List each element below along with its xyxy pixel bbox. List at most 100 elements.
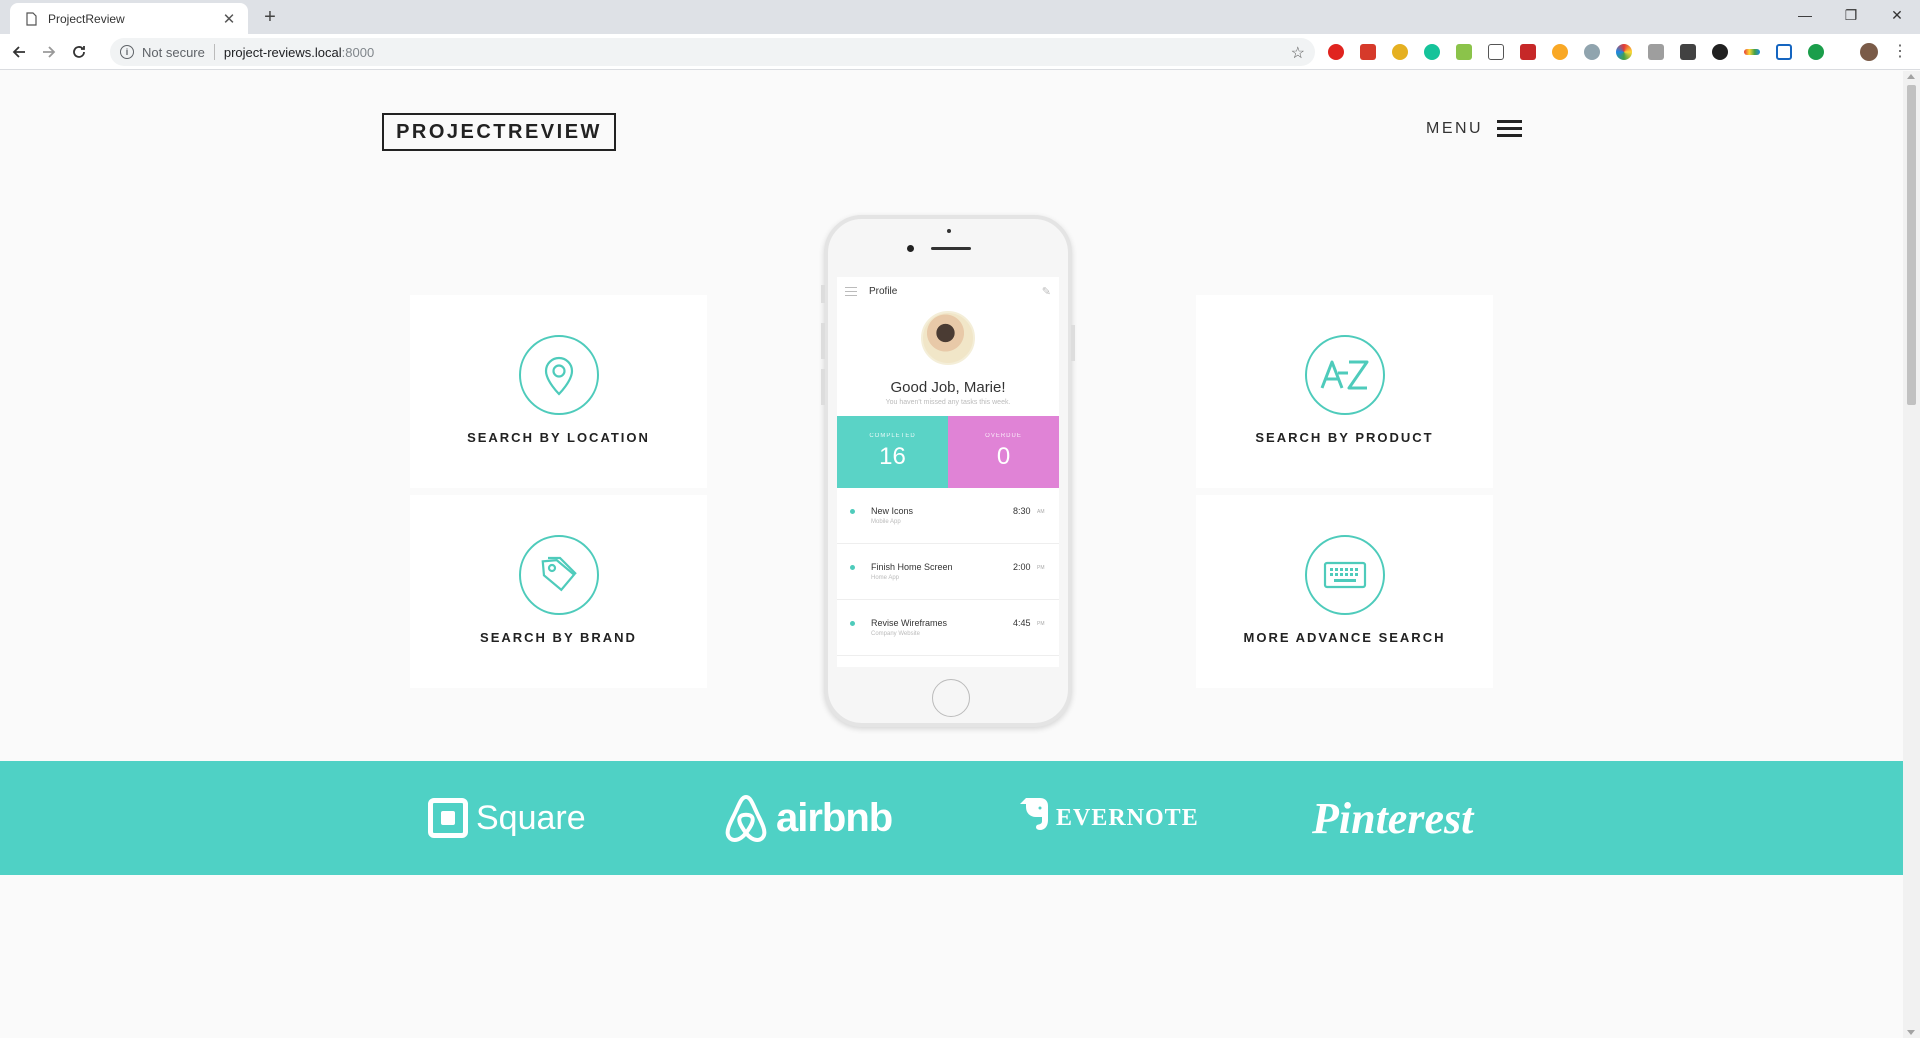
tab-title: ProjectReview: [48, 11, 125, 26]
forward-button[interactable]: [38, 41, 60, 63]
task-dot: [850, 565, 855, 570]
new-tab-button[interactable]: +: [258, 5, 282, 29]
overdue-label: OVERDUE: [985, 433, 1022, 439]
more-advance-search-card[interactable]: MORE ADVANCE SEARCH: [1196, 495, 1493, 688]
task-time: 8:30: [1013, 506, 1031, 516]
green-drop-extension-icon[interactable]: [1808, 44, 1824, 60]
user-avatar: [921, 311, 975, 365]
glasses-extension-icon[interactable]: [1712, 44, 1728, 60]
square-logo[interactable]: Square: [428, 761, 586, 875]
price-tag-icon: [518, 535, 599, 615]
close-window-button[interactable]: ✕: [1874, 0, 1920, 30]
grammarly-extension-icon[interactable]: [1424, 44, 1440, 60]
completed-stat: COMPLETED 16: [837, 416, 948, 488]
search-by-location-card[interactable]: SEARCH BY LOCATION: [410, 295, 707, 488]
picture-extension-icon[interactable]: [1456, 44, 1472, 60]
search-by-brand-card[interactable]: SEARCH BY BRAND: [410, 495, 707, 688]
site-logo[interactable]: PROJECTREVIEW: [382, 113, 616, 151]
task-ampm: PM: [1037, 565, 1045, 571]
info-icon[interactable]: i: [120, 45, 134, 59]
task-item: Finish Home Screen Home App 2:00 PM: [837, 544, 1059, 600]
search-by-product-card[interactable]: SEARCH BY PRODUCT: [1196, 295, 1493, 488]
task-dot: [850, 621, 855, 626]
phone-mockup: Profile ✎ Good Job, Marie! You haven't m…: [821, 215, 1075, 727]
greeting-subtitle: You haven't missed any tasks this week.: [885, 399, 1011, 406]
browser-tab-bar: ProjectReview ✕ + — ❐ ✕: [0, 0, 1920, 34]
bulb-extension-icon[interactable]: [1552, 44, 1568, 60]
airbnb-logo-icon: [722, 793, 770, 850]
task-title: Finish Home Screen: [871, 562, 953, 572]
red-square-extension-icon[interactable]: [1360, 44, 1376, 60]
window-controls: — ❐ ✕: [1782, 0, 1920, 30]
tab-close-icon[interactable]: ✕: [220, 10, 238, 28]
phone-volume-down: [821, 369, 825, 405]
evernote-logo[interactable]: EVERNOTE: [1018, 761, 1199, 875]
color-wheel-extension-icon[interactable]: [1616, 44, 1632, 60]
location-pin-icon: [518, 335, 599, 415]
task-subtitle: Home App: [871, 575, 900, 581]
scrollbar-thumb[interactable]: [1907, 85, 1916, 405]
scroll-up-arrow-icon[interactable]: [1907, 74, 1915, 79]
bookmark-star-icon[interactable]: ☆: [1291, 43, 1305, 63]
phone-home-button: [932, 679, 970, 717]
grey-extension-icon[interactable]: [1648, 44, 1664, 60]
completed-label: COMPLETED: [869, 433, 916, 439]
reload-icon: [73, 45, 85, 58]
chart-extension-icon[interactable]: [1520, 44, 1536, 60]
chrome-menu-icon[interactable]: ⋮: [1892, 42, 1908, 62]
hamburger-icon: [1497, 116, 1523, 141]
scroll-down-arrow-icon[interactable]: [1907, 1030, 1915, 1035]
airbnb-logo-text: airbnb: [776, 795, 893, 840]
menu-button[interactable]: MENU: [1426, 116, 1523, 141]
task-time: 4:45: [1013, 618, 1031, 628]
app-header: Profile ✎: [837, 277, 1059, 305]
evernote-elephant-icon: [1018, 794, 1052, 839]
puzzle-extension-icon[interactable]: [1488, 44, 1504, 60]
keyboard-icon: [1304, 535, 1385, 615]
omnibox-divider: [213, 44, 215, 60]
minimize-button[interactable]: —: [1782, 0, 1828, 30]
profile-avatar[interactable]: [1860, 43, 1878, 61]
pinterest-logo[interactable]: Pinterest: [1312, 761, 1473, 875]
phone-side-button: [821, 285, 825, 303]
phone-camera: [907, 245, 914, 252]
browser-toolbar: i Not secure project-reviews.local :8000…: [0, 34, 1920, 70]
hashtag-extension-icon[interactable]: [1776, 44, 1792, 60]
browser-tab[interactable]: ProjectReview ✕: [10, 3, 248, 34]
forward-arrow-icon: [43, 45, 56, 58]
phone-power-button: [1071, 325, 1075, 361]
back-arrow-icon: [12, 45, 25, 58]
brand-logo-band: Square airbnb EVERNOTE Pinterest: [0, 761, 1903, 875]
overdue-value: 0: [996, 443, 1011, 470]
evernote-logo-text: EVERNOTE: [1056, 804, 1199, 831]
square-logo-text: Square: [476, 798, 586, 837]
eye-extension-icon[interactable]: [1584, 44, 1600, 60]
greeting-text: Good Job, Marie!: [890, 379, 1006, 396]
search-by-location-label: SEARCH BY LOCATION: [467, 430, 650, 445]
back-button[interactable]: [8, 41, 30, 63]
dark-extension-icon[interactable]: [1680, 44, 1696, 60]
rainbow-extension-icon[interactable]: [1744, 49, 1760, 55]
task-subtitle: Mobile App: [871, 519, 901, 525]
address-bar[interactable]: i Not secure project-reviews.local :8000…: [110, 38, 1315, 66]
extensions-bar: [1328, 40, 1840, 64]
opera-extension-icon[interactable]: [1328, 44, 1344, 60]
task-time: 2:00: [1013, 562, 1031, 572]
reload-button[interactable]: [68, 41, 90, 63]
edit-pencil-icon: ✎: [1041, 285, 1051, 298]
url-port: :8000: [341, 44, 375, 60]
task-title: Revise Wireframes: [871, 618, 948, 628]
airbnb-logo[interactable]: airbnb: [722, 761, 893, 875]
a-to-z-icon: [1304, 335, 1385, 415]
restore-button[interactable]: ❐: [1828, 0, 1874, 30]
task-stats: COMPLETED 16 OVERDUE 0: [837, 416, 1059, 488]
page-scrollbar[interactable]: [1903, 71, 1920, 1038]
badge-extension-icon[interactable]: [1392, 44, 1408, 60]
page-icon: [24, 11, 38, 26]
completed-value: 16: [879, 443, 906, 470]
app-menu-icon: [845, 284, 857, 299]
search-by-brand-label: SEARCH BY BRAND: [480, 630, 637, 645]
pinterest-logo-text: Pinterest: [1312, 793, 1474, 843]
overdue-stat: OVERDUE 0: [948, 416, 1059, 488]
url-host: project-reviews.local: [223, 44, 342, 60]
